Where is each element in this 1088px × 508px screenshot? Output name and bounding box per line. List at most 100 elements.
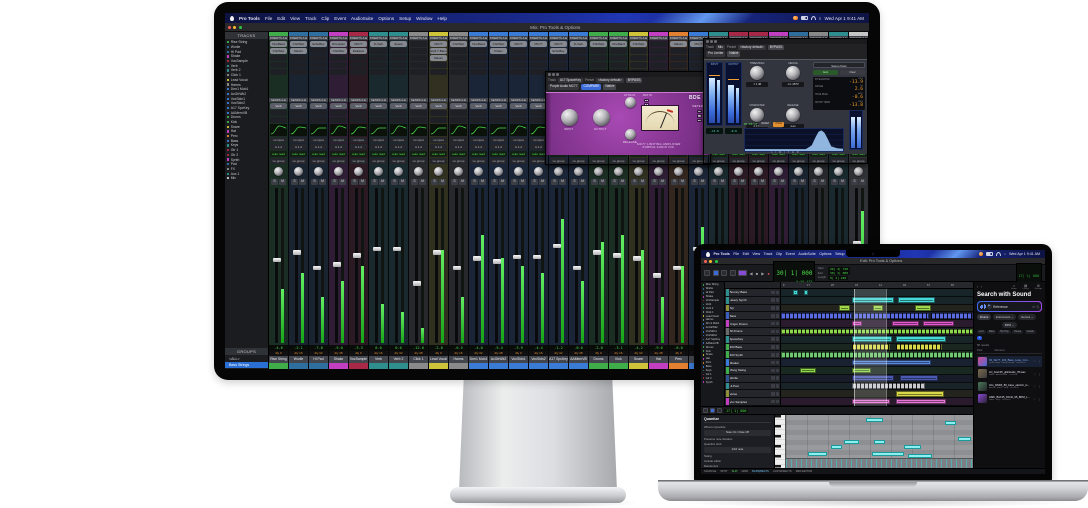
insert-slot-empty[interactable] (290, 62, 307, 68)
clip[interactable] (915, 305, 930, 311)
menu-view[interactable]: View (752, 252, 760, 256)
mute-button[interactable] (776, 345, 780, 349)
meter-button[interactable]: +8 (697, 119, 702, 123)
strip-name[interactable]: Rise String (269, 356, 288, 363)
solo-button[interactable] (771, 353, 775, 357)
insert-slot-empty[interactable] (390, 55, 407, 61)
send-slot-empty[interactable] (510, 110, 527, 116)
clip[interactable] (852, 297, 894, 303)
solo-button[interactable]: S (751, 179, 758, 185)
insert-slot-empty[interactable] (350, 69, 367, 75)
insert-slot-empty[interactable] (590, 55, 607, 61)
clip[interactable] (781, 313, 852, 319)
solo-button[interactable]: S (511, 179, 518, 185)
solo-button[interactable] (771, 322, 775, 326)
clip[interactable] (852, 375, 894, 381)
menu-edit[interactable]: Edit (743, 252, 749, 256)
send-slot-empty[interactable] (490, 110, 507, 116)
automation-mode[interactable]: auto read (350, 151, 367, 157)
menu-event[interactable]: Event (786, 252, 795, 256)
clip[interactable] (852, 321, 862, 327)
insert-slot-empty[interactable] (370, 69, 387, 75)
io-output[interactable]: A 1-2 (310, 144, 327, 150)
grabber-tool[interactable] (730, 270, 736, 276)
tracks-list[interactable]: Rise StringWurlieHi PadShakeVocSampleVer… (225, 39, 268, 348)
menu-app-name[interactable]: Pro Tools (239, 16, 260, 21)
track-header[interactable]: Moog Swing (725, 367, 781, 374)
track-header[interactable]: Arp (725, 305, 781, 312)
io-input[interactable]: no input (390, 137, 407, 143)
output-knob[interactable] (593, 109, 610, 126)
pencil-tool[interactable] (738, 270, 747, 276)
fader-cap[interactable] (293, 250, 301, 255)
plugin-selector[interactable]: Purple Audio MC77 (548, 84, 579, 90)
mute-button[interactable] (776, 330, 780, 334)
mute-button[interactable]: M (759, 179, 766, 185)
solo-button[interactable]: S (471, 179, 478, 185)
solo-button[interactable] (771, 298, 775, 302)
clip[interactable] (931, 313, 973, 319)
track-lane[interactable] (781, 375, 973, 382)
pan-knob[interactable] (854, 167, 863, 176)
send-chip[interactable]: Verb (330, 103, 347, 109)
insert-chip[interactable]: MC77 (430, 41, 447, 47)
insert-chip[interactable]: MC77 (550, 41, 567, 47)
clip[interactable] (896, 399, 946, 405)
strip-name[interactable]: Hi Pad (309, 356, 328, 363)
strip-name[interactable]: VoxSldn2 (529, 356, 548, 363)
clip[interactable] (781, 329, 973, 335)
result-row[interactable]: LD_bss135_gldclouds_78.wavbass · electro… (977, 368, 1042, 379)
io-output[interactable]: A 1-2 (450, 144, 467, 150)
menu-app-name[interactable]: Pro Tools (714, 252, 730, 256)
send-chip[interactable]: Verb (470, 103, 487, 109)
solo-button[interactable]: S (571, 179, 578, 185)
mute-button[interactable] (776, 314, 780, 318)
track-lane[interactable] (781, 359, 973, 366)
send-chip[interactable]: Verb (490, 103, 507, 109)
mute-button[interactable] (776, 384, 780, 388)
clip[interactable] (854, 313, 929, 319)
send-chip[interactable]: Verb (390, 103, 407, 109)
track-lane[interactable] (781, 390, 973, 397)
solo-button[interactable] (771, 345, 775, 349)
insert-slot-empty[interactable] (470, 69, 487, 75)
mute-button[interactable] (776, 392, 780, 396)
send-chip[interactable]: Verb (290, 103, 307, 109)
status-item[interactable]: BARS|BEATS (752, 470, 769, 473)
solo-button[interactable]: S (331, 179, 338, 185)
insert-slot-empty[interactable] (550, 55, 567, 61)
send-slot-empty[interactable] (310, 117, 327, 123)
insert-slot-empty[interactable] (570, 48, 587, 54)
insert-slot-empty[interactable] (410, 55, 427, 61)
strip-name[interactable]: Hat (649, 356, 668, 363)
pan-knob[interactable] (674, 167, 683, 176)
bpm-chip[interactable]: BPM ⌄ (1002, 322, 1017, 328)
mc77-plugin-window[interactable]: Track A17 SpaceKey Preset <factory defau… (545, 71, 711, 165)
mute-button[interactable]: M (839, 179, 846, 185)
velocity-lane[interactable] (786, 458, 973, 468)
meter-buttons[interactable]: GR+4+8 (697, 110, 702, 123)
mute-button[interactable]: M (539, 179, 546, 185)
ratio-button[interactable]: 4 (644, 99, 649, 103)
insert-slot-empty[interactable] (470, 55, 487, 61)
reset-button[interactable]: RESET (759, 122, 771, 127)
mute-button[interactable] (776, 400, 780, 404)
send-slot-empty[interactable] (450, 110, 467, 116)
menu-audiosuite[interactable]: AudioSuite (798, 252, 815, 256)
mute-button[interactable]: M (599, 179, 606, 185)
menu-event[interactable]: Event (334, 16, 346, 21)
zoomer-tool[interactable] (704, 270, 710, 276)
group-item[interactable]: Bass Strings (225, 362, 268, 368)
solo-button[interactable] (771, 291, 775, 295)
plugin-preset-selector[interactable]: <factory default> (738, 45, 766, 51)
send-slot-empty[interactable] (350, 110, 367, 116)
send-chip[interactable]: Verb (410, 103, 427, 109)
midi-note[interactable] (866, 418, 883, 422)
insert-slot-empty[interactable] (530, 62, 547, 68)
mute-button[interactable]: M (819, 179, 826, 185)
insert-slot-empty[interactable] (270, 69, 287, 75)
track-header[interactable]: Bouncy Bass (725, 289, 781, 296)
copy-icon[interactable]: ⎘ (1037, 305, 1040, 309)
mute-button[interactable]: M (619, 179, 626, 185)
io-input[interactable]: no input (410, 137, 427, 143)
